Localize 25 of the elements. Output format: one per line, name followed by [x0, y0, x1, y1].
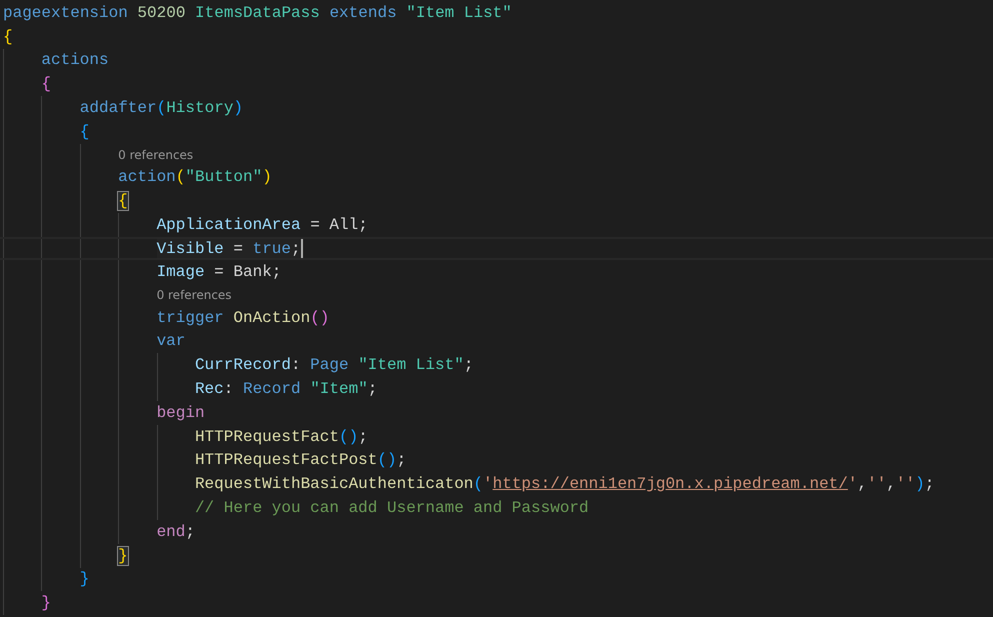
- code-line: action("Button"): [118, 168, 272, 186]
- code-line: actions: [41, 51, 109, 70]
- code-line: trigger OnAction(): [156, 308, 330, 327]
- code-line: var: [156, 332, 186, 350]
- code-line: Image = Bank;: [156, 263, 282, 282]
- url-link[interactable]: https://enni1en7jg0n.x.pipedream.net/: [492, 475, 848, 494]
- code-line: ApplicationArea = All;: [156, 216, 368, 234]
- code-line: }: [80, 570, 90, 588]
- codelens-link[interactable]: 0 references: [118, 148, 194, 162]
- code-line: {: [41, 75, 51, 94]
- code-line: pageextension 50200 ItemsDataPass extends "Item List": [3, 4, 512, 22]
- code-line: HTTPRequestFactPost();: [194, 451, 406, 470]
- code-line: // Here you can add Username and Password: [194, 499, 589, 518]
- code-line: {: [80, 122, 90, 141]
- code-line: {: [3, 28, 13, 46]
- code-line: HTTPRequestFact();: [194, 428, 368, 446]
- code-line: }: [41, 594, 51, 612]
- code-line: end;: [156, 522, 195, 541]
- text-cursor: [300, 239, 303, 258]
- code-line: CurrRecord: Page "Item List";: [194, 356, 474, 374]
- code-line: Rec: Record "Item";: [194, 380, 378, 398]
- code-line: addafter(History): [80, 99, 244, 118]
- codelens-link[interactable]: 0 references: [156, 288, 232, 302]
- code-line: RequestWithBasicAuthenticaton('https://enni1en7jg0n.x.pipedream.net/','','');: [194, 475, 934, 494]
- code-line: begin: [156, 404, 205, 422]
